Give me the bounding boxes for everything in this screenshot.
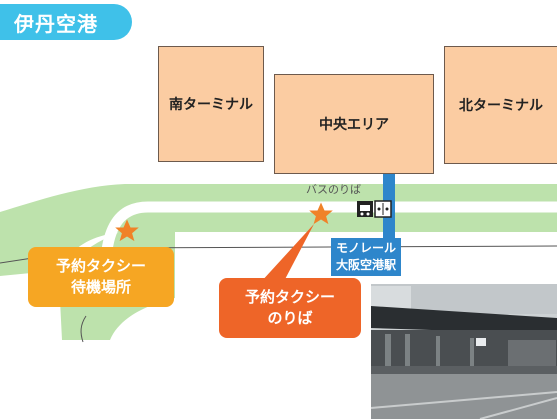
taxi-pickup-line-1: 予約タクシー [244,288,335,306]
station-label-line-2: 大阪空港駅 [335,258,396,272]
bus-stop-label: バスのりば [306,183,361,196]
taxi-waiting-line-1: 予約タクシー [55,257,146,275]
elevator-icon [374,200,392,218]
central-area-label: 中央エリア [319,117,389,133]
airport-map: 伊丹空港 南ターミナル 中央エリア 北ターミナル バスのりば モノレール 大阪空… [0,0,557,419]
north-terminal-label: 北ターミナル [459,98,543,114]
pickup-area-photo [370,284,557,419]
taxi-pickup-line-2: のりば [267,309,313,327]
map-title: 伊丹空港 [0,4,132,40]
central-area: 中央エリア [274,74,434,174]
pickup-callout-pointer [260,224,314,285]
south-terminal: 南ターミナル [158,46,264,162]
taxi-pickup-callout: 予約タクシー のりば [219,278,361,338]
south-terminal-label: 南ターミナル [169,97,253,113]
bus-icon [357,201,373,217]
station-label-line-1: モノレール [335,241,396,255]
taxi-waiting-line-2: 待機場所 [70,278,131,296]
north-terminal: 北ターミナル [444,46,557,164]
monorail-station-label: モノレール 大阪空港駅 [331,238,401,276]
taxi-waiting-callout: 予約タクシー 待機場所 [28,247,174,307]
